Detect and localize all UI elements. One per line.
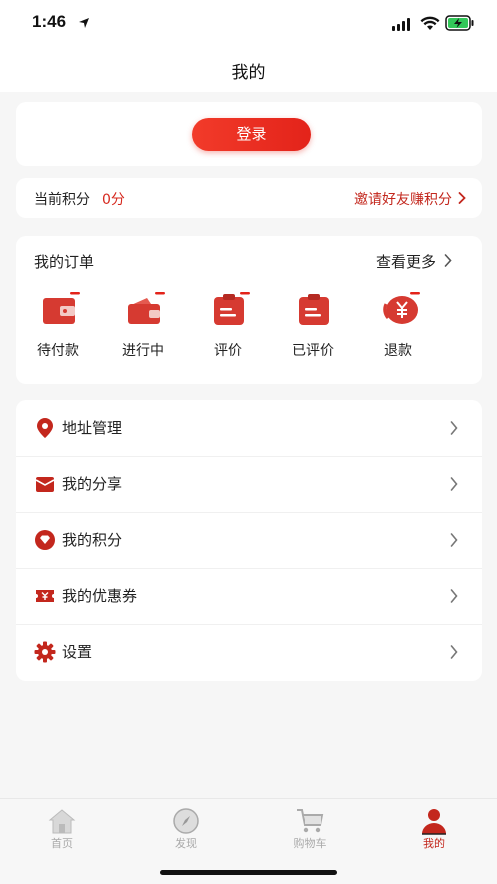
status-bar: 1:46 [0,0,497,48]
orders-card: 我的订单 查看更多 待付款 进行中 评价 已评价 退款 [16,236,482,384]
home-indicator [160,870,337,875]
order-item-label: 进行中 [122,343,164,359]
location-pin-icon [37,418,53,438]
menu-item-address[interactable]: 地址管理 [16,400,482,457]
order-refund[interactable]: 退款 [358,292,438,362]
points-value: 0分 [102,192,125,208]
status-time: 1:46 [32,12,67,31]
menu-item-label: 我的优惠券 [62,587,138,605]
order-item-label: 退款 [384,343,412,359]
tab-mine[interactable]: 我的 [394,803,474,853]
compass-icon [173,808,199,834]
clipboard-done-icon [299,294,329,325]
cart-icon [297,809,324,833]
chevron-right-icon [450,421,458,435]
orders-title: 我的订单 [34,253,95,271]
orders-more-link[interactable]: 查看更多 [376,251,436,272]
tab-cart[interactable]: 购物车 [270,803,350,853]
chevron-right-icon [450,645,458,659]
tab-home[interactable]: 首页 [22,803,102,853]
menu-item-points[interactable]: 我的积分 [16,512,482,569]
tab-discover[interactable]: 发现 [146,803,226,853]
chevron-right-icon[interactable] [458,192,466,204]
menu-item-label: 我的分享 [62,475,123,493]
clipboard-icon [214,292,250,325]
points-card: 当前积分 0分 邀请好友赚积分 [16,178,482,218]
envelope-icon [35,477,55,492]
order-reviewed[interactable]: 已评价 [273,292,353,362]
order-item-label: 待付款 [37,343,79,359]
menu-list: 地址管理 我的分享 我的积分 我的优惠券 设置 [16,400,482,681]
battery-charging-icon [445,15,474,31]
menu-item-label: 设置 [62,643,93,661]
menu-item-label: 我的积分 [62,531,123,549]
tab-label: 我的 [423,837,445,850]
menu-item-label: 地址管理 [62,419,123,437]
chevron-right-icon [450,533,458,547]
wifi-icon [420,16,440,30]
menu-item-coupons[interactable]: 我的优惠券 [16,568,482,625]
cellular-signal-icon [392,18,410,31]
order-to-review[interactable]: 评价 [188,292,268,362]
order-pending-payment[interactable]: 待付款 [18,292,98,362]
coupon-icon [36,590,54,602]
points-label: 当前积分 [34,192,90,208]
tab-label: 发现 [175,837,197,850]
chevron-right-icon [450,589,458,603]
menu-item-settings[interactable]: 设置 [16,624,482,680]
gear-icon [34,641,56,663]
user-icon [422,809,446,835]
wallet-icon [43,292,80,324]
nav-bar: 我的 [0,48,497,92]
order-item-label: 评价 [214,343,242,359]
diamond-icon [35,530,55,550]
order-in-progress[interactable]: 进行中 [103,292,183,362]
location-arrow-icon [79,18,89,28]
invite-friends-link[interactable]: 邀请好友赚积分 [354,189,452,209]
wallet-open-icon [128,292,165,324]
login-card: 登录 [16,102,482,166]
tab-label: 首页 [51,837,73,850]
menu-item-share[interactable]: 我的分享 [16,456,482,513]
login-button[interactable]: 登录 [192,118,311,151]
refund-yen-icon [383,292,420,324]
order-item-label: 已评价 [292,343,334,359]
chevron-right-icon[interactable] [444,254,452,267]
tab-label: 购物车 [293,837,327,850]
page-title: 我的 [231,63,266,83]
home-icon [48,809,76,834]
chevron-right-icon [450,477,458,491]
